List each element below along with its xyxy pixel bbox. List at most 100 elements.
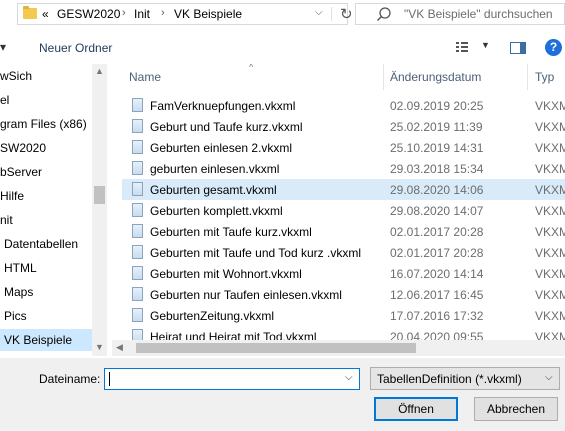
file-row[interactable]: Geburten mit Taufe kurz.vkxml 02.01.2017… bbox=[122, 221, 565, 242]
preview-pane-icon[interactable] bbox=[510, 42, 526, 54]
scroll-thumb[interactable] bbox=[136, 343, 416, 353]
scroll-up-icon[interactable]: ▲ bbox=[95, 66, 104, 76]
file-icon bbox=[132, 203, 143, 217]
file-icon bbox=[132, 308, 143, 322]
nav-item[interactable]: nit bbox=[0, 209, 92, 231]
nav-item-label: el bbox=[0, 93, 10, 107]
nav-item-label: Hilfe bbox=[0, 189, 25, 203]
file-date: 29.03.2018 15:34 bbox=[390, 162, 484, 176]
new-folder-button[interactable]: Neuer Ordner bbox=[39, 41, 112, 55]
nav-item-label: bServer bbox=[0, 165, 43, 179]
text-caret bbox=[109, 372, 110, 386]
organize-dropdown-icon[interactable]: ▾ bbox=[0, 40, 6, 54]
nav-item[interactable]: SW2020 bbox=[0, 137, 92, 159]
nav-item-html[interactable]: HTML bbox=[0, 257, 92, 279]
file-name: Geburt und Taufe kurz.vkxml bbox=[150, 120, 303, 134]
file-type: VKXM bbox=[535, 141, 565, 155]
file-row[interactable]: Geburt und Taufe kurz.vkxml 25.02.2019 1… bbox=[122, 116, 565, 137]
file-icon bbox=[132, 287, 143, 301]
nav-item-datentabellen[interactable]: Datentabellen bbox=[0, 233, 92, 255]
file-row[interactable]: geburten einlesen.vkxml 29.03.2018 15:34… bbox=[122, 158, 565, 179]
nav-item[interactable]: el bbox=[0, 89, 92, 111]
file-type: VKXM bbox=[535, 309, 565, 323]
file-row[interactable]: FamVerknuepfungen.vkxml 02.09.2019 20:25… bbox=[122, 95, 565, 116]
file-date: 17.07.2016 17:32 bbox=[390, 309, 484, 323]
file-row[interactable]: Geburten mit Taufe und Tod kurz .vkxml 0… bbox=[122, 242, 565, 263]
column-divider[interactable] bbox=[527, 64, 528, 90]
scroll-thumb[interactable] bbox=[94, 186, 105, 204]
file-name: FamVerknuepfungen.vkxml bbox=[150, 99, 296, 113]
file-name: Geburten mit Taufe und Tod kurz .vkxml bbox=[150, 246, 361, 260]
file-name: Geburten gesamt.vkxml bbox=[150, 183, 277, 197]
help-icon[interactable]: ? bbox=[545, 39, 562, 56]
chevron-right-icon[interactable]: › bbox=[161, 7, 165, 19]
nav-item-label: gram Files (x86) bbox=[0, 117, 87, 131]
nav-item-vk-beispiele[interactable]: VK Beispiele bbox=[0, 329, 92, 351]
command-toolbar: ▾ Neuer Ordner ▼ ? bbox=[0, 34, 565, 64]
column-divider[interactable] bbox=[383, 64, 384, 90]
view-dropdown-icon[interactable]: ▼ bbox=[481, 40, 490, 50]
folder-icon bbox=[23, 6, 37, 19]
nav-item[interactable]: wSich bbox=[0, 65, 92, 87]
filetype-select[interactable]: TabellenDefinition (*.vkxml) ⌵ bbox=[370, 367, 560, 390]
horizontal-scrollbar[interactable]: ◀ bbox=[112, 340, 565, 356]
file-row[interactable]: Geburten komplett.vkxml 29.08.2020 14:07… bbox=[122, 200, 565, 221]
search-input[interactable]: "VK Beispiele" durchsuchen bbox=[355, 3, 565, 25]
filename-input[interactable]: ⌵ bbox=[104, 368, 360, 390]
nav-item-pics[interactable]: Pics bbox=[0, 305, 92, 327]
cancel-button[interactable]: Abbrechen bbox=[474, 397, 558, 421]
nav-item[interactable]: Hilfe bbox=[0, 185, 92, 207]
nav-item-label: nit bbox=[0, 213, 13, 227]
sort-up-icon: ^ bbox=[249, 64, 254, 72]
nav-scrollbar[interactable]: ▲ ▼ bbox=[92, 64, 107, 356]
file-name: geburten einlesen.vkxml bbox=[150, 162, 280, 176]
view-details-icon[interactable] bbox=[455, 40, 469, 54]
scroll-down-icon[interactable]: ▼ bbox=[95, 342, 104, 352]
file-date: 02.01.2017 20:28 bbox=[390, 246, 484, 260]
breadcrumb-overflow[interactable]: « bbox=[42, 7, 49, 21]
file-date: 02.09.2019 20:25 bbox=[390, 99, 484, 113]
chevron-down-icon[interactable]: ⌵ bbox=[345, 372, 353, 383]
file-row-selected[interactable]: Geburten gesamt.vkxml 29.08.2020 14:06 V… bbox=[122, 179, 565, 200]
address-bar[interactable]: « GESW2020 › Init › VK Beispiele ⌵ ↻ bbox=[17, 3, 353, 25]
file-date: 16.07.2020 14:14 bbox=[390, 267, 484, 281]
chevron-down-icon[interactable]: ⌵ bbox=[315, 7, 323, 18]
open-button[interactable]: Öffnen bbox=[374, 397, 458, 421]
breadcrumb-init[interactable]: Init bbox=[134, 7, 150, 21]
file-name: Geburten einlesen 2.vkxml bbox=[150, 141, 293, 155]
column-header-type[interactable]: Typ bbox=[535, 70, 554, 84]
file-date: 29.08.2020 14:06 bbox=[390, 183, 484, 197]
file-name: Geburten nur Taufen einlesen.vkxml bbox=[150, 288, 342, 302]
file-type: VKXM bbox=[535, 99, 565, 113]
file-row[interactable]: Geburten einlesen 2.vkxml 25.10.2019 14:… bbox=[122, 137, 565, 158]
file-icon bbox=[132, 245, 143, 259]
file-date: 29.08.2020 14:07 bbox=[390, 204, 484, 218]
nav-item-maps[interactable]: Maps bbox=[0, 281, 92, 303]
breadcrumb-gesw2020[interactable]: GESW2020 bbox=[57, 7, 120, 21]
chevron-right-icon[interactable]: › bbox=[122, 7, 126, 19]
file-type: VKXM bbox=[535, 288, 565, 302]
file-type: VKXM bbox=[535, 120, 565, 134]
file-row[interactable]: Geburten mit Wohnort.vkxml 16.07.2020 14… bbox=[122, 263, 565, 284]
file-type: VKXM bbox=[535, 246, 565, 260]
column-header-date[interactable]: Änderungsdatum bbox=[390, 70, 481, 84]
refresh-icon[interactable]: ↻ bbox=[340, 5, 353, 23]
file-date: 25.02.2019 11:39 bbox=[390, 120, 483, 134]
scroll-left-icon[interactable]: ◀ bbox=[116, 342, 123, 353]
file-icon bbox=[132, 182, 143, 196]
nav-item[interactable]: gram Files (x86) bbox=[0, 113, 92, 135]
dialog-footer: Dateiname: ⌵ TabellenDefinition (*.vkxml… bbox=[0, 358, 565, 431]
file-row[interactable]: Geburten nur Taufen einlesen.vkxml 12.06… bbox=[122, 284, 565, 305]
column-header-name[interactable]: Name bbox=[129, 70, 161, 84]
search-placeholder: "VK Beispiele" durchsuchen bbox=[404, 7, 553, 21]
file-type: VKXM bbox=[535, 225, 565, 239]
breadcrumb-vk-beispiele[interactable]: VK Beispiele bbox=[174, 7, 242, 21]
file-name: Geburten mit Wohnort.vkxml bbox=[150, 267, 302, 281]
file-row[interactable]: GeburtenZeitung.vkxml 17.07.2016 17:32 V… bbox=[122, 305, 565, 326]
file-date: 25.10.2019 14:31 bbox=[390, 141, 484, 155]
file-icon bbox=[132, 140, 143, 154]
file-type: VKXM bbox=[535, 183, 565, 197]
file-icon bbox=[132, 266, 143, 280]
nav-item[interactable]: bServer bbox=[0, 161, 92, 183]
file-icon bbox=[132, 119, 143, 133]
